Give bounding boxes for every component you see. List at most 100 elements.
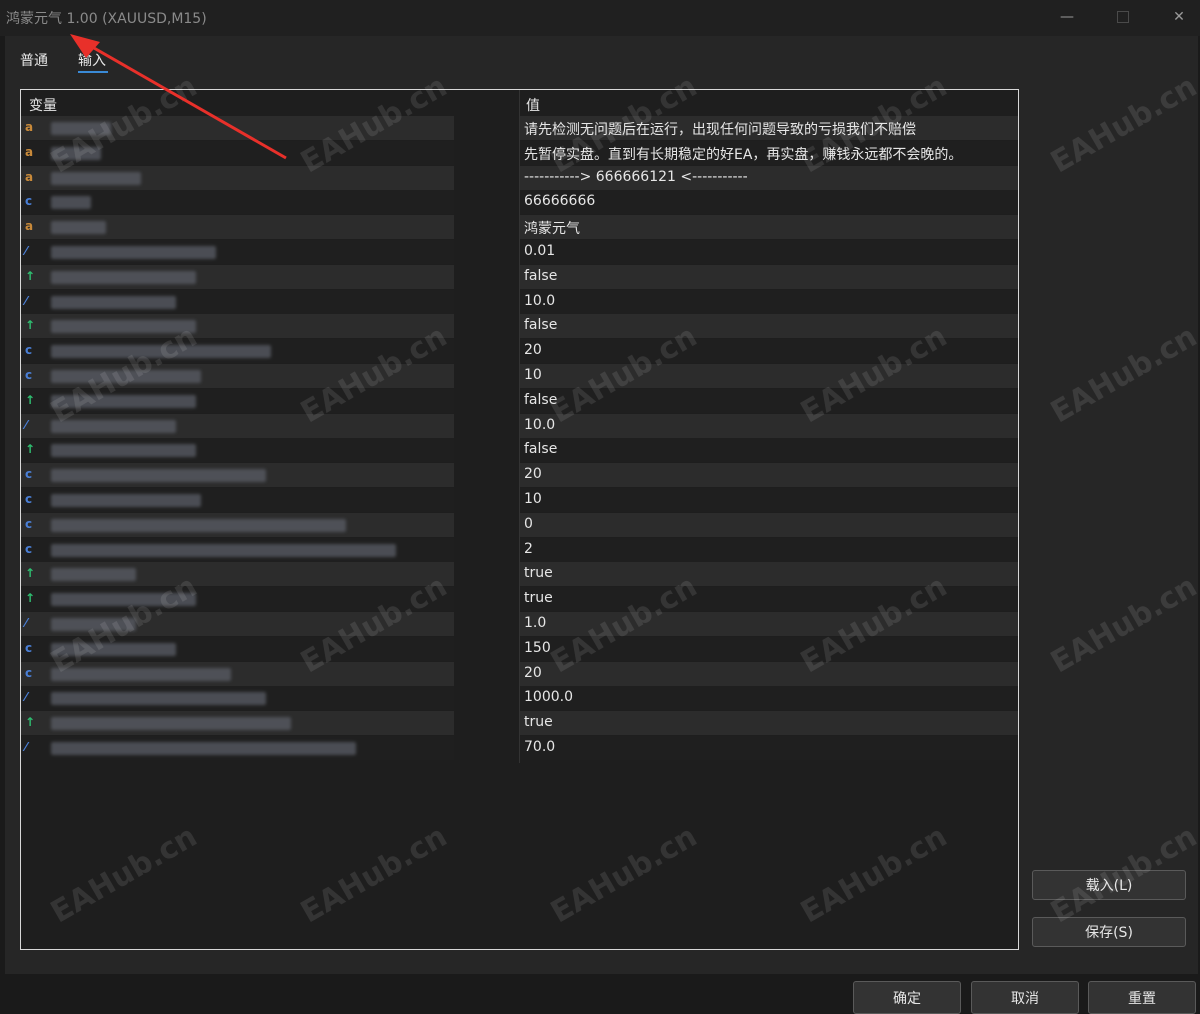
row-value-cell[interactable] — [520, 388, 1018, 413]
row-value: 1000.0 — [524, 689, 573, 706]
type-bool-icon: ↑ — [25, 566, 36, 581]
row-value-cell[interactable] — [520, 463, 1018, 488]
tab-common[interactable]: 普通 — [20, 50, 48, 70]
row-value-cell[interactable] — [520, 240, 1018, 264]
type-a-icon: a — [25, 219, 34, 234]
table-row[interactable]: ↑ true — [21, 562, 1018, 587]
row-value: 2 — [524, 540, 533, 557]
header-value[interactable]: 值 — [526, 95, 540, 115]
row-value: false — [524, 441, 558, 458]
table-row[interactable]: ⁄ 70.0 — [21, 736, 1018, 760]
close-icon: ✕ — [1173, 9, 1185, 25]
type-double-icon: ⁄ — [25, 417, 28, 432]
row-value-cell[interactable] — [520, 264, 1018, 289]
redacted-variable-name — [51, 469, 266, 483]
redacted-variable-name — [51, 667, 231, 681]
row-value-cell[interactable] — [520, 612, 1018, 636]
header-variable[interactable]: 变量 — [29, 95, 57, 115]
row-value-cell[interactable] — [520, 215, 1018, 240]
row-value-cell[interactable] — [520, 289, 1018, 314]
table-row[interactable]: ⁄ 10.0 — [21, 289, 1018, 314]
table-row[interactable]: c 10 — [21, 364, 1018, 388]
row-value: 鸿蒙元气 — [524, 221, 580, 238]
redacted-variable-name — [51, 692, 266, 706]
row-value-cell[interactable] — [520, 562, 1018, 587]
table-row[interactable]: c0 — [21, 512, 1018, 537]
ok-button[interactable]: 确定 — [853, 981, 961, 1014]
type-bool-icon: ↑ — [25, 392, 36, 407]
type-bool-icon: ↑ — [25, 318, 36, 333]
table-row[interactable]: c 150 — [21, 636, 1018, 661]
table-row[interactable]: ⁄ 10.0 — [21, 413, 1018, 438]
row-value: 1.0 — [524, 615, 547, 631]
row-value-cell[interactable] — [520, 413, 1018, 438]
minimize-button[interactable]: — — [1044, 0, 1090, 34]
table-row[interactable]: c 20 — [21, 339, 1018, 364]
row-value-cell[interactable] — [520, 686, 1018, 711]
table-row[interactable]: ⁄ 1.0 — [21, 612, 1018, 636]
table-row[interactable]: ↑ false — [21, 388, 1018, 413]
type-a-icon: a — [25, 120, 34, 134]
row-value: false — [524, 267, 558, 284]
row-value: 0 — [524, 515, 533, 532]
cancel-button[interactable]: 取消 — [971, 981, 1079, 1014]
row-value-cell[interactable] — [520, 438, 1018, 463]
type-double-icon: ⁄ — [25, 616, 28, 630]
window-title: 鸿蒙元气 1.00 (XAUUSD,M15) — [6, 11, 207, 27]
type-a-icon: a — [25, 169, 34, 184]
table-row[interactable]: c2 — [21, 537, 1018, 562]
type-double-icon: ⁄ — [25, 244, 28, 258]
table-row[interactable]: c 20 — [21, 661, 1018, 686]
type-int-icon: c — [25, 665, 33, 680]
redacted-variable-name — [51, 742, 356, 755]
table-row[interactable]: ↑ false — [21, 314, 1018, 339]
load-button[interactable]: 载入(L) — [1032, 870, 1186, 900]
row-value: 10 — [524, 491, 542, 507]
table-row[interactable]: c 66666666 — [21, 190, 1018, 215]
maximize-button[interactable] — [1100, 0, 1146, 34]
row-value: 20 — [524, 466, 542, 483]
row-value-cell[interactable] — [520, 364, 1018, 388]
table-row[interactable]: a 鸿蒙元气 — [21, 215, 1018, 240]
row-value-cell[interactable] — [520, 736, 1018, 760]
table-row[interactable]: ↑ true — [21, 711, 1018, 736]
table-row[interactable]: ⁄ 1000.0 — [21, 686, 1018, 711]
redacted-variable-name — [51, 518, 346, 532]
row-value-cell[interactable] — [520, 537, 1018, 562]
row-value: 150 — [524, 639, 551, 656]
redacted-variable-name — [51, 593, 196, 607]
row-value-cell[interactable] — [520, 636, 1018, 661]
row-value-cell[interactable] — [520, 339, 1018, 364]
annotation-arrow-icon — [70, 34, 287, 160]
table-row[interactable]: c 10 — [21, 488, 1018, 512]
type-int-icon: c — [25, 194, 33, 209]
table-row[interactable]: ↑ false — [21, 264, 1018, 289]
row-value-cell[interactable] — [520, 587, 1018, 612]
row-value: 请先检测无问题后在运行，出现任何问题导致的亏损我们不赔偿 — [524, 122, 916, 138]
minimize-icon: — — [1060, 9, 1074, 25]
type-bool-icon: ↑ — [25, 715, 36, 730]
row-value: false — [524, 391, 558, 408]
redacted-variable-name — [51, 246, 216, 259]
row-value: 先暂停实盘。直到有长期稳定的好EA，再实盘，赚钱永远都不会晚的。 — [524, 146, 963, 163]
row-value-cell[interactable] — [520, 711, 1018, 736]
save-button[interactable]: 保存(S) — [1032, 917, 1186, 947]
redacted-variable-name — [51, 370, 201, 383]
row-value-cell[interactable] — [520, 314, 1018, 339]
row-value-cell[interactable] — [520, 512, 1018, 537]
type-int-icon: c — [25, 467, 33, 482]
reset-button[interactable]: 重置 — [1088, 981, 1196, 1014]
row-value-cell[interactable] — [520, 488, 1018, 512]
table-row[interactable]: ↑ true — [21, 587, 1018, 612]
row-value-cell[interactable] — [520, 661, 1018, 686]
table-row[interactable]: c 20 — [21, 463, 1018, 488]
type-bool-icon: ↑ — [25, 268, 36, 283]
close-button[interactable]: ✕ — [1156, 0, 1200, 34]
table-row[interactable]: ⁄ 0.01 — [21, 240, 1018, 264]
row-value: false — [524, 317, 558, 334]
row-value: true — [524, 714, 553, 731]
row-value: 66666666 — [524, 193, 596, 210]
table-row[interactable]: ↑ false — [21, 438, 1018, 463]
redacted-variable-name — [51, 419, 176, 433]
row-value: 10.0 — [524, 292, 556, 309]
